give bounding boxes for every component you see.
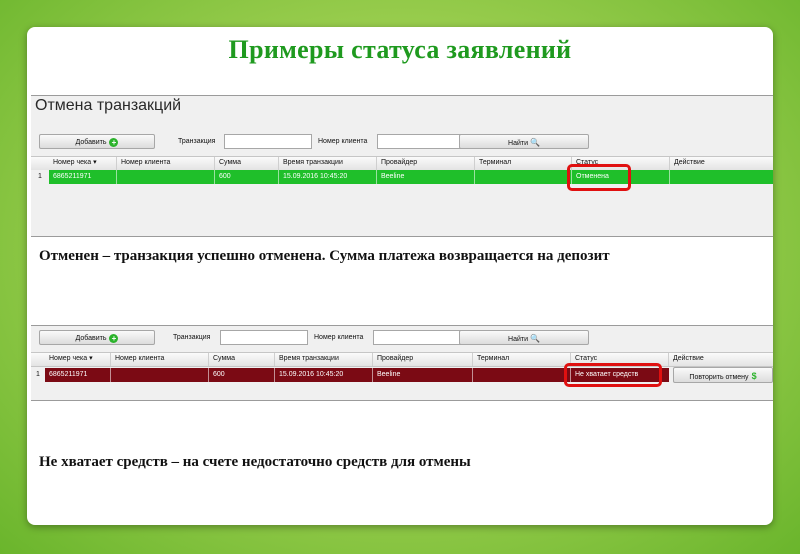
- transaction-input[interactable]: [220, 330, 308, 345]
- header-check[interactable]: Номер чека ▾: [45, 353, 111, 366]
- slide-title: Примеры статуса заявлений: [228, 35, 572, 64]
- add-button-label: Добавить: [75, 139, 107, 146]
- cell-sum: 600: [209, 368, 275, 382]
- status-highlight: [564, 363, 662, 387]
- description-cancelled: Отменен – транзакция успешно отменена. С…: [39, 248, 610, 264]
- find-button-label: Найти: [508, 140, 528, 147]
- row-cells: 6865211971 600 15.09.2016 10:45:20 Beeli…: [49, 170, 773, 184]
- header-terminal[interactable]: Терминал: [473, 353, 571, 366]
- cell-terminal: [475, 170, 572, 184]
- header-terminal[interactable]: Терминал: [475, 157, 572, 170]
- cell-sum: 600: [215, 170, 279, 184]
- header-provider[interactable]: Провайдер: [377, 157, 475, 170]
- toolbar: Добавить + Транзакция Номер клиента Найти…: [31, 330, 773, 352]
- toolbar: Добавить + Транзакция Номер клиента Найти…: [31, 134, 773, 156]
- cell-client: [117, 170, 215, 184]
- cell-check: 6865211971: [49, 170, 117, 184]
- status-highlight: [567, 164, 631, 191]
- retry-cancel-label: Повторить отмену: [689, 374, 749, 381]
- add-button[interactable]: Добавить +: [39, 134, 155, 149]
- client-label: Номер клиента: [314, 334, 364, 341]
- cell-provider: Beeline: [373, 368, 473, 382]
- add-icon: +: [109, 137, 119, 147]
- transaction-input[interactable]: [224, 134, 312, 149]
- row-number: 1: [31, 170, 49, 184]
- transaction-label: Транзакция: [178, 138, 216, 145]
- slide-card: Примеры статуса заявлений Отмена транзак…: [27, 27, 773, 525]
- find-button-label: Найти: [508, 336, 528, 343]
- search-icon: 🔍: [530, 138, 540, 147]
- header-time[interactable]: Время транзакции: [275, 353, 373, 366]
- header-action[interactable]: Действие: [669, 353, 773, 366]
- retry-cancel-button[interactable]: Повторить отмену $: [673, 367, 773, 383]
- table-row[interactable]: 1 6865211971 600 15.09.2016 10:45:20 Bee…: [31, 170, 773, 184]
- screenshot-cancelled: Отмена транзакций Добавить + Транзакция Н…: [31, 95, 773, 237]
- header-provider[interactable]: Провайдер: [373, 353, 473, 366]
- transaction-label: Транзакция: [173, 334, 211, 341]
- header-time[interactable]: Время транзакции: [279, 157, 377, 170]
- header-check[interactable]: Номер чека ▾: [49, 157, 117, 170]
- cell-time: 15.09.2016 10:45:20: [275, 368, 373, 382]
- add-icon: +: [109, 333, 119, 343]
- table-header: Номер чека ▾ Номер клиента Сумма Время т…: [31, 352, 773, 367]
- dollar-icon: $: [751, 371, 757, 381]
- find-button[interactable]: Найти 🔍: [459, 330, 589, 345]
- description-insufficient: Не хватает средств – на счете недостаточ…: [39, 454, 471, 470]
- cell-check: 6865211971: [45, 368, 111, 382]
- table-header: Номер чека ▾ Номер клиента Сумма Время т…: [31, 156, 773, 171]
- client-label: Номер клиента: [318, 138, 368, 145]
- cell-terminal: [473, 368, 571, 382]
- search-icon: 🔍: [530, 334, 540, 343]
- header-action[interactable]: Действие: [670, 157, 773, 170]
- cell-action: [670, 170, 773, 184]
- cell-client: [111, 368, 209, 382]
- screenshot-insufficient: Добавить + Транзакция Номер клиента Найти…: [31, 325, 773, 401]
- header-client[interactable]: Номер клиента: [111, 353, 209, 366]
- window-title: Отмена транзакций: [35, 97, 182, 114]
- header-sum[interactable]: Сумма: [209, 353, 275, 366]
- find-button[interactable]: Найти 🔍: [459, 134, 589, 149]
- row-number: 1: [31, 368, 45, 382]
- add-button-label: Добавить: [75, 335, 107, 342]
- cell-provider: Beeline: [377, 170, 475, 184]
- cell-time: 15.09.2016 10:45:20: [279, 170, 377, 184]
- header-sum[interactable]: Сумма: [215, 157, 279, 170]
- add-button[interactable]: Добавить +: [39, 330, 155, 345]
- header-client[interactable]: Номер клиента: [117, 157, 215, 170]
